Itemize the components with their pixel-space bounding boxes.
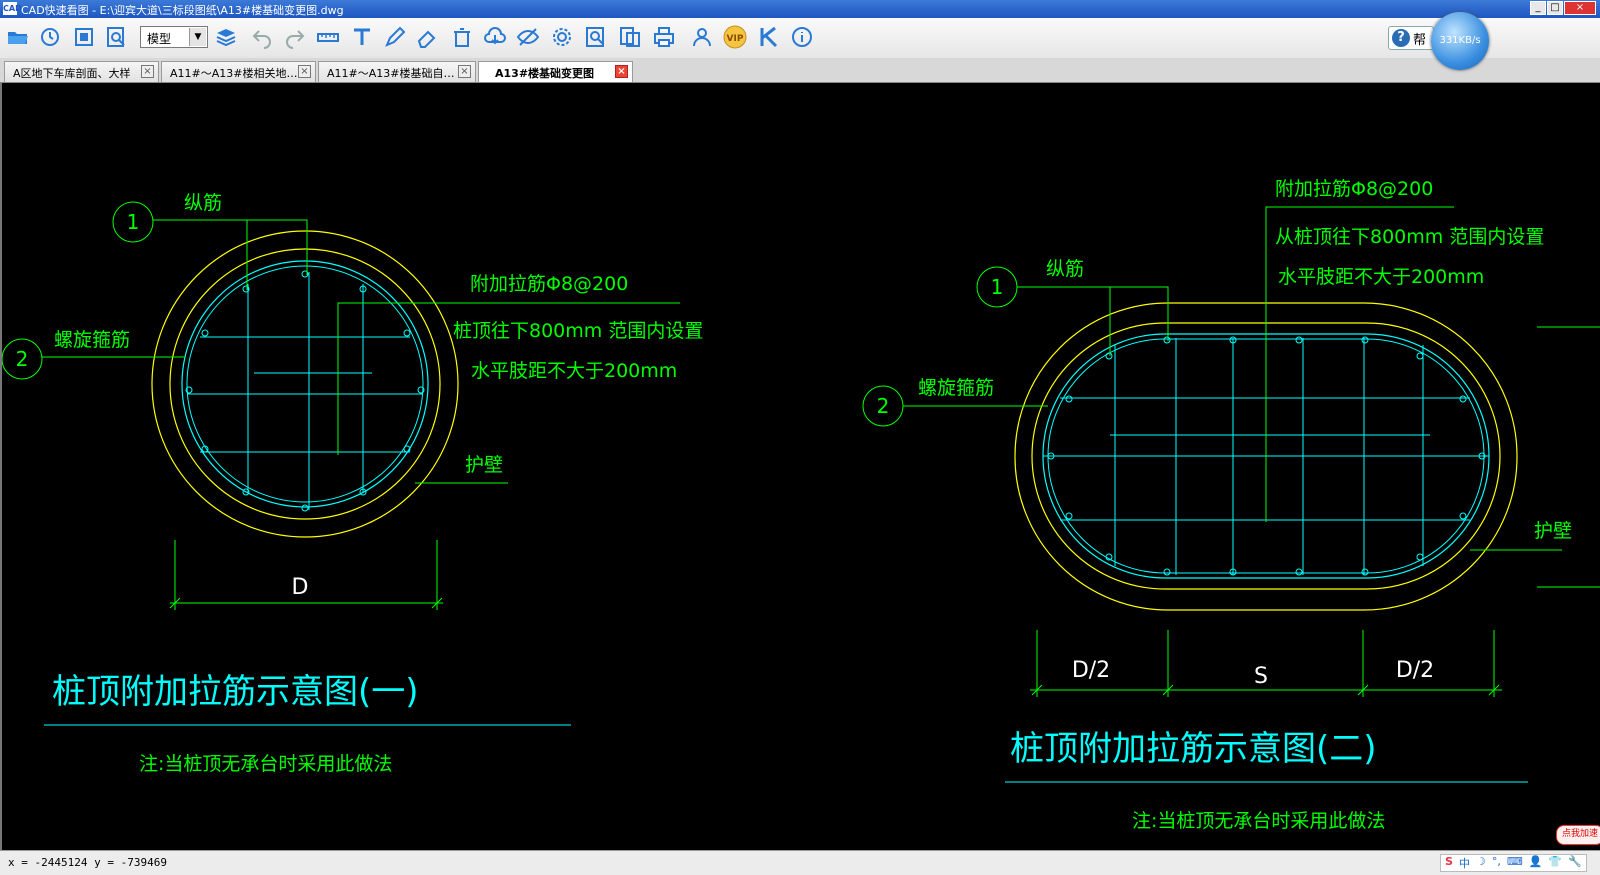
right-pile-detail: 1 2 纵筋 螺旋箍筋 附加拉筋Φ8@200 从桩顶往下800mm 范围内设置 … [862, 178, 1600, 832]
left-label-spiral: 螺旋箍筋 [54, 329, 130, 351]
window-title: CAD快速看图 - E:\迎宾大道\三标段图纸\A13#楼基础变更图.dwg [21, 4, 344, 17]
zoom-window-icon[interactable] [105, 25, 129, 49]
left-title: 桩顶附加拉筋示意图(一) [52, 672, 419, 712]
history-icon[interactable] [38, 25, 62, 49]
tab-document-1[interactable]: A区地下车库剖面、大样 × [4, 61, 159, 82]
eraser-icon[interactable] [416, 25, 440, 49]
left-label-longitudinal: 纵筋 [184, 192, 222, 214]
help-icon: ? [1392, 29, 1410, 47]
right-dimension-d-left: D/2 [1072, 658, 1110, 683]
ime-language-toggle[interactable]: 中 [1459, 855, 1470, 871]
chevron-down-icon[interactable]: ▼ [189, 28, 206, 46]
right-label-protect-wall: 护壁 [1534, 520, 1572, 542]
ime-halfwidth-icon[interactable]: ☽ [1476, 855, 1486, 871]
spiral-stirrup [181, 260, 429, 508]
right-dimension-d-right: D/2 [1396, 658, 1434, 683]
layout-select-value: 模型 [147, 32, 172, 46]
user-icon[interactable] [690, 25, 714, 49]
left-label-range: 桩顶往下800mm 范围内设置 [453, 320, 703, 342]
close-icon[interactable]: × [458, 65, 471, 78]
tab-label: A11#～A13#楼基础自… [327, 67, 455, 80]
tie-grid [187, 272, 423, 510]
ime-punctuation-icon[interactable]: °, [1492, 855, 1501, 871]
app-icon: CAD [3, 2, 22, 15]
network-speed-ball[interactable]: 331KB/s [1431, 12, 1489, 70]
k-logo-icon[interactable] [757, 25, 781, 49]
trash-icon[interactable] [450, 25, 474, 49]
status-bar: x = -2445124 y = -739469 S 中 ☽ °, ⌨ 👤 👕 … [0, 850, 1600, 875]
right-note: 注:当桩顶无承台时采用此做法 [1132, 810, 1385, 832]
settings-icon[interactable] [550, 25, 574, 49]
tab-label: A13#楼基础变更图 [495, 67, 595, 80]
minimize-button[interactable]: _ [1530, 1, 1546, 15]
left-label-tie: 附加拉筋Φ8@200 [470, 273, 628, 295]
title-bar: CAD CAD快速看图 - E:\迎宾大道\三标段图纸\A13#楼基础变更图.d… [0, 0, 1600, 18]
close-button[interactable]: × [1564, 1, 1596, 15]
pile-wall-inner [169, 248, 441, 520]
export-icon[interactable] [618, 25, 642, 49]
maximize-button[interactable]: □ [1547, 1, 1563, 15]
right-title: 桩顶附加拉筋示意图(二) [1010, 729, 1377, 769]
info-icon[interactable] [790, 25, 814, 49]
text-icon[interactable] [350, 25, 374, 49]
left-label-protect-wall: 护壁 [465, 454, 503, 476]
ime-skin-icon[interactable]: 👕 [1548, 855, 1562, 871]
accelerate-badge[interactable]: 点我加速 [1556, 825, 1600, 845]
undo-icon[interactable] [250, 25, 274, 49]
left-note: 注:当桩顶无承台时采用此做法 [139, 753, 392, 775]
svg-text:VIP: VIP [727, 34, 744, 44]
ime-user-icon[interactable]: 👤 [1529, 855, 1543, 871]
close-icon[interactable]: × [298, 65, 311, 78]
right-label-spiral: 螺旋箍筋 [918, 377, 994, 399]
left-dimension-d: D [292, 575, 309, 600]
tab-document-3[interactable]: A11#～A13#楼基础自… × [318, 61, 476, 82]
cad-drawing: 1 2 纵筋 螺旋箍筋 附加拉筋Φ8@200 桩顶往下800mm 范围内设置 水… [2, 178, 1600, 832]
help-button[interactable]: ? 帮 [1388, 26, 1434, 50]
pen-icon[interactable] [383, 25, 407, 49]
left-leaders [2, 201, 680, 610]
drawing-canvas[interactable]: 1 2 纵筋 螺旋箍筋 附加拉筋Φ8@200 桩顶往下800mm 范围内设置 水… [0, 83, 1600, 850]
layout-select[interactable]: 模型 ▼ [140, 26, 208, 48]
cursor-coordinates: x = -2445124 y = -739469 [8, 856, 167, 869]
print-icon[interactable] [652, 25, 676, 49]
right-marker-2-text: 2 [877, 394, 890, 418]
right-marker-1-text: 1 [991, 275, 1004, 299]
left-marker-1-text: 1 [127, 210, 140, 234]
layers-icon[interactable] [214, 25, 238, 49]
left-pile-detail: 1 2 纵筋 螺旋箍筋 附加拉筋Φ8@200 桩顶往下800mm 范围内设置 水… [2, 192, 703, 775]
toolbar: 模型 ▼ VIP ? 帮 [0, 18, 1600, 59]
close-icon[interactable]: × [615, 65, 628, 78]
spiral-stirrup-inner [186, 265, 424, 503]
right-label-tie: 附加拉筋Φ8@200 [1275, 178, 1433, 200]
ime-settings-icon[interactable]: 🔧 [1568, 855, 1582, 871]
ime-toolbar[interactable]: S 中 ☽ °, ⌨ 👤 👕 🔧 [1440, 854, 1587, 872]
redo-icon[interactable] [283, 25, 307, 49]
help-label: 帮 [1413, 33, 1427, 48]
left-marker-2-text: 2 [16, 347, 29, 371]
right-label-range: 从桩顶往下800mm 范围内设置 [1275, 226, 1544, 248]
cloud-download-icon[interactable] [483, 25, 507, 49]
tab-label: A区地下车库剖面、大样 [13, 67, 131, 80]
ime-keyboard-icon[interactable]: ⌨ [1507, 855, 1523, 871]
measure-icon[interactable] [316, 25, 340, 49]
tab-document-2[interactable]: A11#～A13#楼相关地… × [161, 61, 316, 82]
vip-icon[interactable]: VIP [723, 25, 747, 49]
tab-label: A11#～A13#楼相关地… [170, 67, 298, 80]
right-label-spacing: 水平肢距不大于200mm [1278, 266, 1484, 288]
left-label-spacing: 水平肢距不大于200mm [471, 360, 677, 382]
hide-icon[interactable] [516, 25, 540, 49]
close-icon[interactable]: × [141, 65, 154, 78]
right-dimension-s: S [1254, 664, 1268, 689]
document-tabs: A区地下车库剖面、大样 × A11#～A13#楼相关地… × A11#～A13#… [0, 58, 1600, 83]
open-folder-icon[interactable] [6, 25, 30, 49]
right-label-longitudinal: 纵筋 [1046, 258, 1084, 280]
tab-document-4[interactable]: A13#楼基础变更图 × [478, 61, 633, 82]
ime-logo-icon[interactable]: S [1445, 855, 1453, 871]
search-drawing-icon[interactable] [584, 25, 608, 49]
zoom-extents-icon[interactable] [72, 25, 96, 49]
